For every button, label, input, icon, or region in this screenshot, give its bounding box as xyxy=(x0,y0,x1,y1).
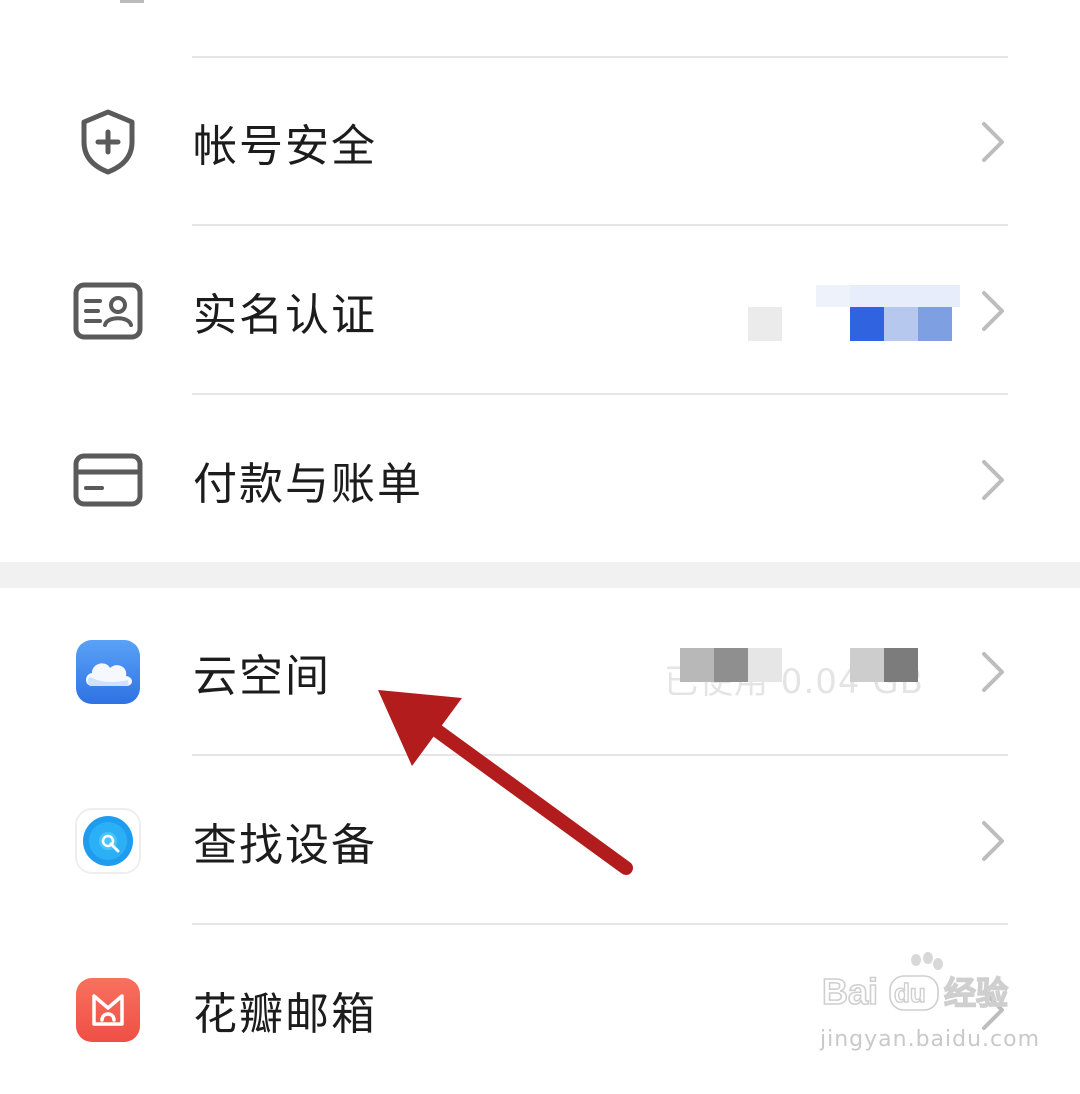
id-card-icon xyxy=(72,275,144,347)
menu-item-label: 帐号安全 xyxy=(193,121,377,172)
shield-plus-icon xyxy=(72,106,144,178)
divider xyxy=(192,224,1008,226)
divider xyxy=(192,923,1008,925)
cloud-app-icon xyxy=(72,636,144,708)
watermark-url: jingyan.baidu.com xyxy=(820,1027,1041,1052)
menu-item-cloud-space[interactable]: 云空间 已使用 0.04 GB xyxy=(0,588,1080,756)
find-device-app-icon xyxy=(72,805,144,877)
menu-item-label: 实名认证 xyxy=(193,290,377,341)
previous-item-fragment xyxy=(120,0,144,3)
watermark-logo-cn: 经验 xyxy=(944,974,1008,1012)
baidu-jingyan-watermark: Bai du 经验 jingyan.baidu.com xyxy=(820,952,1039,1052)
petal-mail-app-icon xyxy=(72,974,144,1046)
menu-item-label: 付款与账单 xyxy=(193,459,423,510)
storage-usage-blur xyxy=(680,648,920,682)
menu-item-payment-billing[interactable]: 付款与账单 xyxy=(0,396,1080,564)
payment-card-icon xyxy=(72,444,144,516)
verified-badge-blurred xyxy=(748,285,960,341)
watermark-logo-text: Bai xyxy=(822,971,878,1012)
menu-item-label: 云空间 xyxy=(193,651,331,702)
section-separator xyxy=(0,562,1080,588)
menu-item-real-name-verification[interactable]: 实名认证 xyxy=(0,227,1080,395)
divider xyxy=(192,393,1008,395)
chevron-right-icon xyxy=(972,819,1008,863)
paw-logo-icon: Bai du 经验 xyxy=(821,952,1009,1013)
menu-item-account-security[interactable]: 帐号安全 xyxy=(0,58,1080,226)
chevron-right-icon xyxy=(972,120,1008,164)
chevron-right-icon xyxy=(972,650,1008,694)
chevron-right-icon xyxy=(972,289,1008,333)
divider xyxy=(192,754,1008,756)
menu-item-label: 查找设备 xyxy=(193,820,377,871)
menu-item-find-device[interactable]: 查找设备 xyxy=(0,757,1080,925)
menu-item-label: 花瓣邮箱 xyxy=(193,989,377,1040)
watermark-logo-suffix: du xyxy=(894,978,926,1008)
chevron-right-icon xyxy=(972,458,1008,502)
